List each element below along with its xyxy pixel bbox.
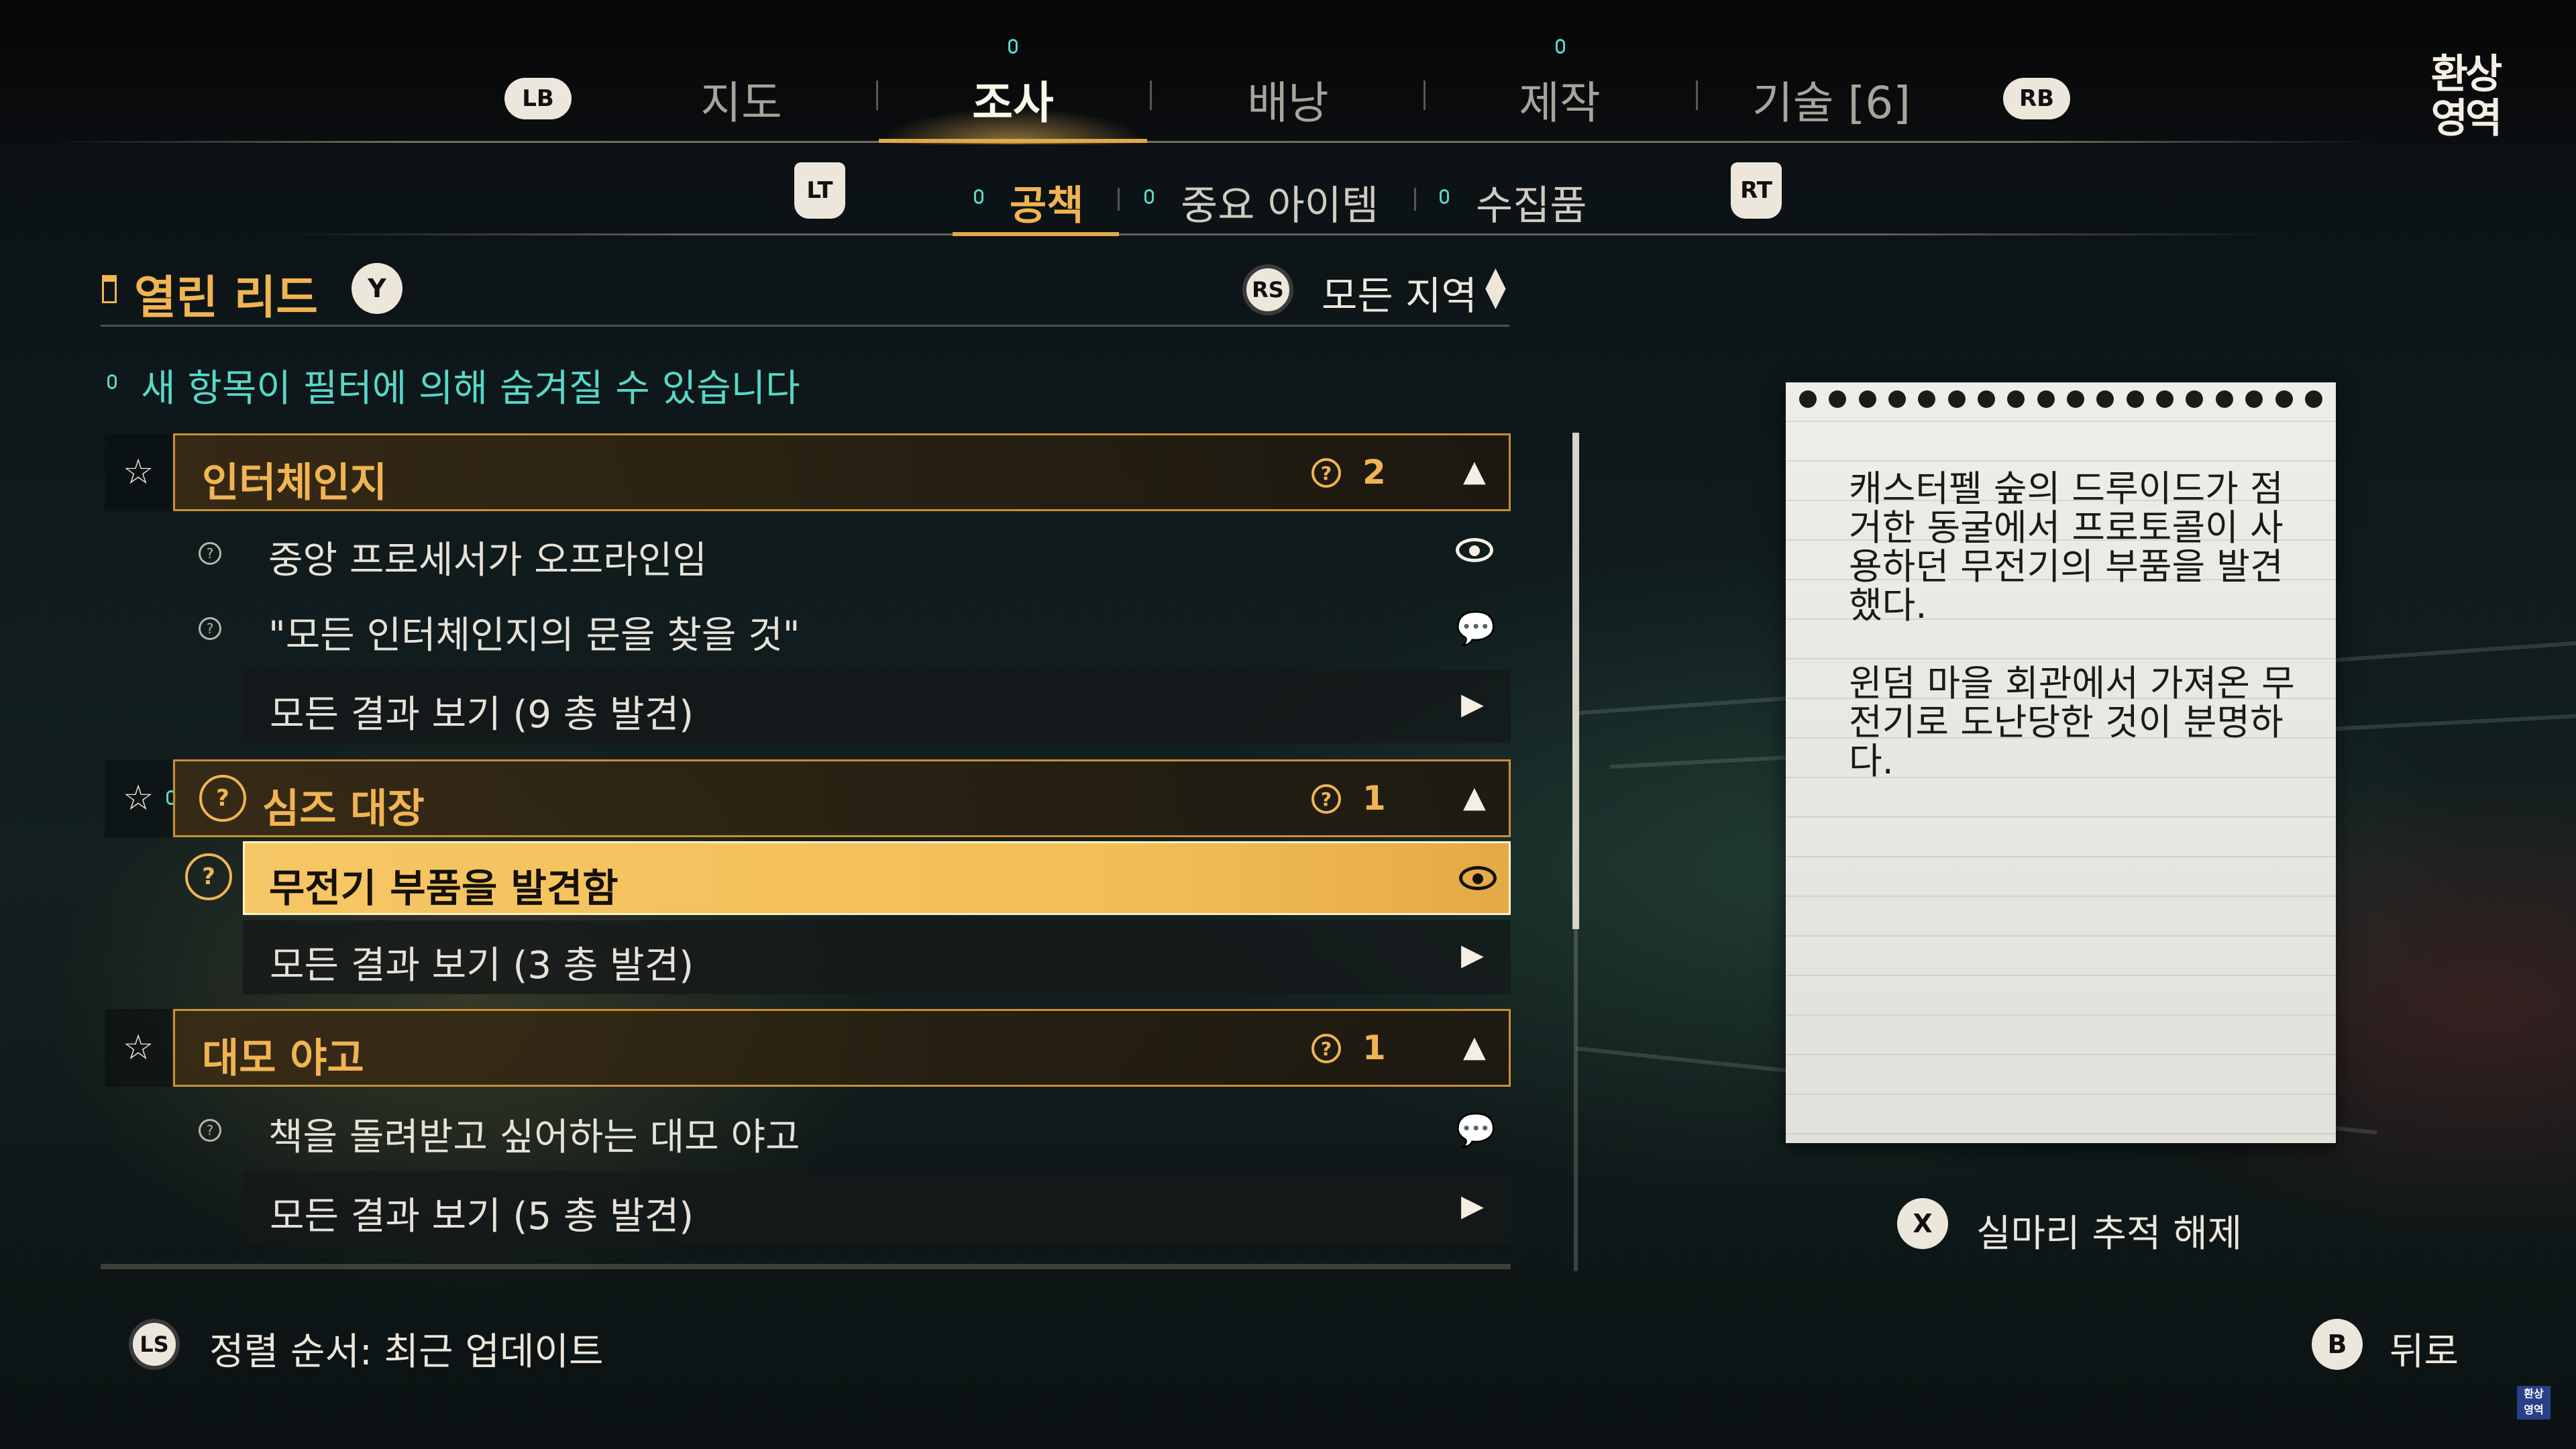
clue-count-icon: ? [1311,1034,1341,1063]
lead-entry-label: "모든 인터체인지의 문을 찾을 것" [268,614,800,657]
new-indicator-icon [1556,39,1565,54]
collapse-caret-icon[interactable]: ▲ [1463,1030,1486,1064]
lt-trigger-button[interactable]: LT [794,162,845,219]
new-indicator-icon [974,189,983,204]
list-bottom-edge [101,1264,1511,1269]
subnav-divider [282,233,2281,235]
clue-count: 1 [1362,779,1386,818]
see-all-results-button[interactable]: 모든 결과 보기 (9 총 발견) ▶ [243,669,1511,743]
tab-investigation[interactable]: 조사 [946,67,1080,131]
chat-icon: 💬 [1456,610,1496,647]
subtab-collectibles[interactable]: 수집품 [1476,173,1587,231]
play-arrow-icon: ▶ [1461,938,1484,972]
clue-icon: ? [199,542,221,565]
open-leads-title: 열린 리드 [134,272,318,325]
tab-separator [1696,80,1698,110]
clue-count: 2 [1362,453,1386,492]
see-all-label: 모든 결과 보기 (3 총 발견) [270,944,694,987]
rt-trigger-button[interactable]: RT [1731,162,1782,219]
lb-bumper-button[interactable]: LB [504,78,572,119]
clue-count-icon: ? [1311,784,1341,814]
lead-group-title: 대모 야고 [202,1035,364,1082]
header-divider [101,325,1509,327]
logo-line-2: 영역 [2430,95,2502,142]
lead-entry-label: 중앙 프로세서가 오프라인임 [268,539,707,582]
lead-group-title: 인터체인지 [202,460,387,506]
note-spiral-holes [1799,390,2322,424]
star-icon[interactable]: ☆ [105,759,172,837]
eye-icon [1459,866,1497,890]
b-button[interactable]: B [2312,1319,2363,1370]
rb-bumper-button[interactable]: RB [2003,78,2070,119]
play-arrow-icon: ▶ [1461,687,1484,721]
active-subtab-underline [953,232,1119,236]
tracked-compass-icon: ? [185,853,232,900]
subtab-separator [1118,188,1120,211]
lead-entry[interactable]: ? 중앙 프로세서가 오프라인임 [173,518,1511,585]
lead-group-header[interactable]: 인터체인지 ? 2 ▲ [173,433,1511,511]
x-button[interactable]: X [1897,1198,1948,1249]
corner-watermark-logo: 환상 영역 [2517,1386,2551,1419]
clue-count-icon: ? [1311,458,1341,488]
ls-button[interactable]: LS [129,1319,180,1370]
chat-icon: 💬 [1456,1112,1496,1149]
lead-group-title: 심즈 대장 [262,786,425,833]
new-indicator-icon [1440,189,1449,204]
lead-note-paper: 캐스터펠 숲의 드루이드가 점거한 동굴에서 프로토콜이 사용하던 무전기의 부… [1786,382,2336,1143]
sort-updown-icon: ▲ ▼ [1485,262,1506,313]
compass-quest-icon: ? [199,775,246,822]
leads-marker-icon [102,275,117,303]
rs-button[interactable]: RS [1242,264,1293,315]
star-icon[interactable]: ☆ [105,1009,172,1087]
eye-icon [1456,538,1493,562]
selected-lead-entry[interactable]: 무전기 부품을 발견함 [243,841,1511,915]
lead-entry[interactable]: ? "모든 인터체인지의 문을 찾을 것" 💬 [173,593,1511,660]
game-logo: 환상 영역 [2415,52,2516,153]
subtab-separator [1414,188,1416,211]
lead-group-header[interactable]: 대모 야고 ? 1 ▲ [173,1009,1511,1087]
back-label[interactable]: 뒤로 [2390,1322,2459,1376]
new-indicator-icon [1008,39,1018,54]
top-nav-divider [54,141,2375,143]
list-scrollbar-thumb[interactable] [1572,433,1579,929]
tab-separator [1150,80,1152,110]
untrack-lead-label[interactable]: 실마리 추적 해제 [1976,1203,2242,1258]
see-all-results-button[interactable]: 모든 결과 보기 (3 총 발견) ▶ [243,920,1511,994]
filter-notice: 새 항목이 필터에 의해 숨겨질 수 있습니다 [141,367,800,411]
selected-lead-label: 무전기 부품을 발견함 [269,865,619,911]
collapse-caret-icon[interactable]: ▲ [1463,454,1486,488]
collapse-caret-icon[interactable]: ▲ [1463,780,1486,814]
tab-map[interactable]: 지도 [671,67,812,131]
clue-icon: ? [199,1119,221,1142]
star-icon[interactable]: ☆ [105,433,172,511]
tab-crafting[interactable]: 제작 [1489,67,1630,131]
subtab-notebook[interactable]: 공책 [1010,173,1083,231]
subtab-key-items[interactable]: 중요 아이템 [1181,173,1379,231]
y-button[interactable]: Y [352,263,402,314]
see-all-label: 모든 결과 보기 (5 총 발견) [270,1195,694,1238]
new-indicator-icon [1144,189,1154,204]
see-all-results-button[interactable]: 모든 결과 보기 (5 총 발견) ▶ [243,1171,1511,1245]
lead-group-header[interactable]: ? 심즈 대장 ? 1 ▲ [173,759,1511,837]
tab-separator [876,80,878,110]
clue-icon: ? [199,617,221,640]
see-all-label: 모든 결과 보기 (9 총 발견) [270,693,694,737]
clue-count: 1 [1362,1028,1386,1067]
lead-entry-label: 책을 돌려받고 싶어하는 대모 야고 [268,1116,800,1159]
region-filter-select[interactable]: 모든 지역 [1322,264,1477,321]
play-arrow-icon: ▶ [1461,1189,1484,1223]
sort-order-label[interactable]: 정렬 순서: 최근 업데이트 [209,1322,603,1376]
note-text: 캐스터펠 숲의 드루이드가 점거한 동굴에서 프로토콜이 사용하던 무전기의 부… [1849,468,2295,782]
lead-entry[interactable]: ? 책을 돌려받고 싶어하는 대모 야고 💬 [173,1095,1511,1162]
tab-separator [1424,80,1426,110]
active-tab-underline [879,139,1147,143]
logo-line-1: 환상 [2430,51,2502,98]
tab-backpack[interactable]: 배낭 [1214,67,1362,131]
tab-skills[interactable]: 기술 [6] [1744,67,1919,131]
new-indicator-icon [107,374,117,389]
